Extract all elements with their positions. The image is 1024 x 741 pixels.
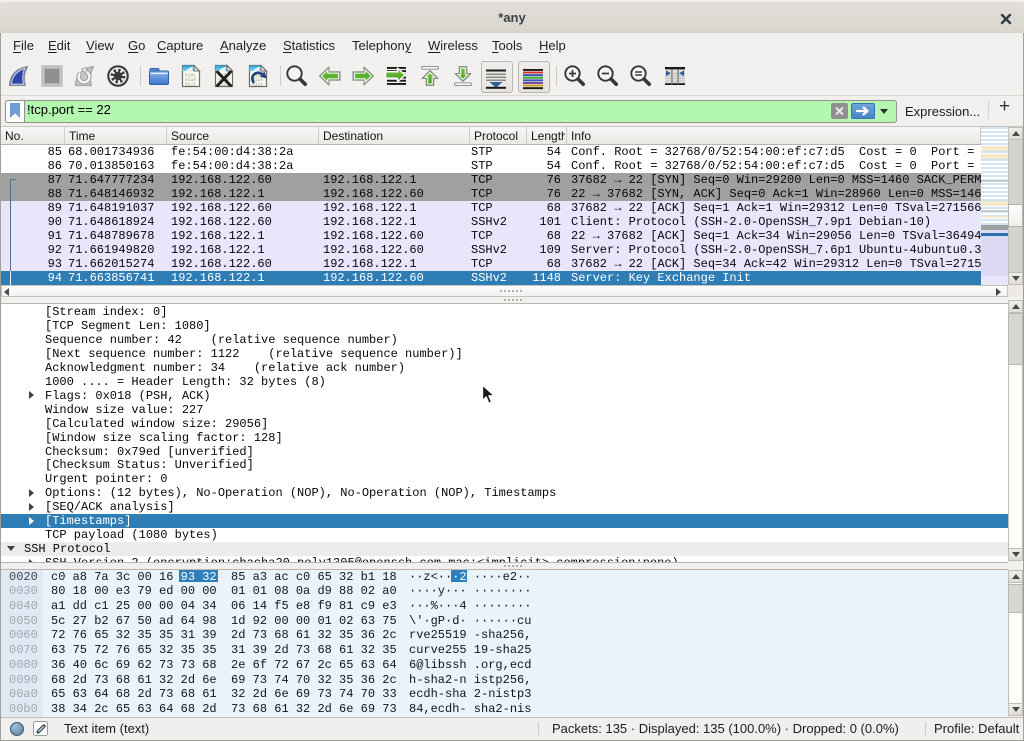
svg-text:0111: 0111 [185,82,196,88]
